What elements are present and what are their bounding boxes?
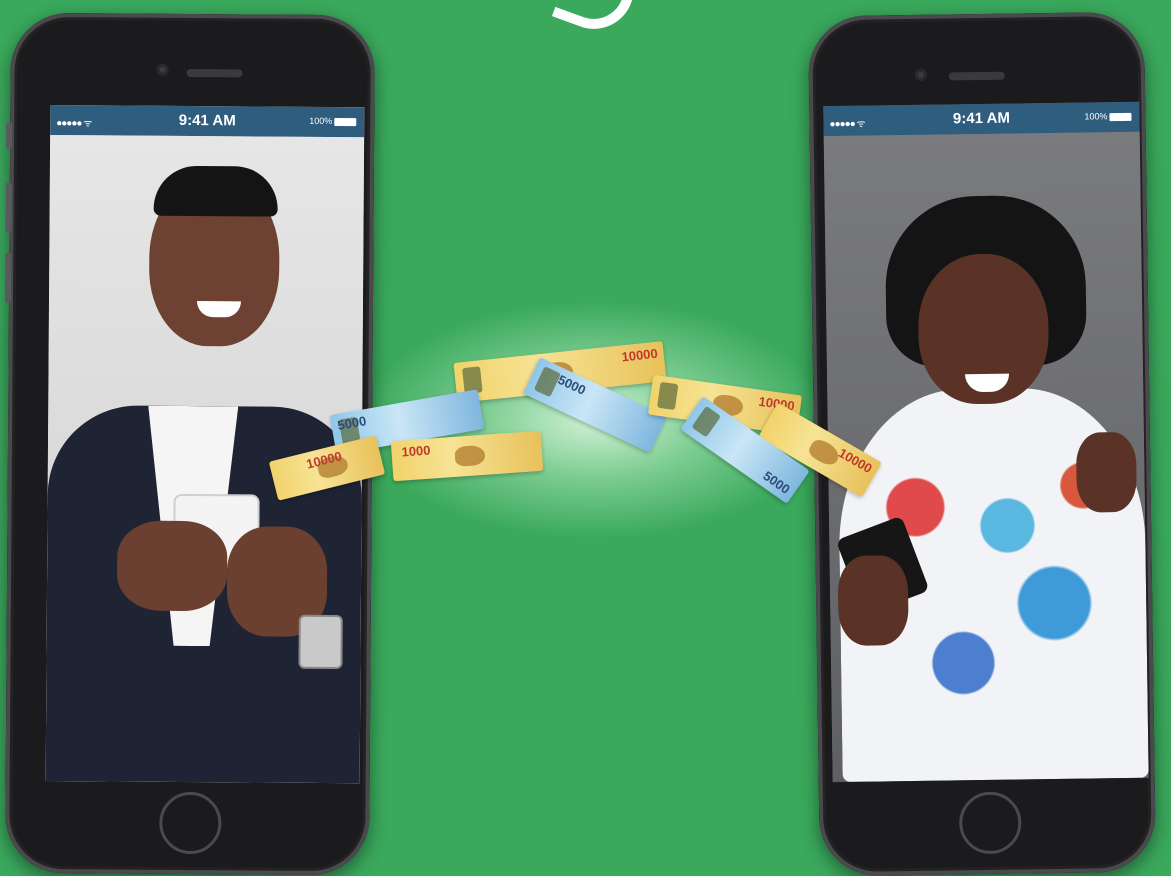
home-button [958,791,1022,855]
left-phone-screen: ●●●●● ᯤ 9:41 AM 100% [45,105,365,784]
banknote-denomination: 5000 [336,413,368,433]
left-hand [116,520,228,612]
right-phone: ●●●●● ᯤ 9:41 AM 100% [808,11,1156,876]
man-photo [45,105,365,784]
earpiece-speaker [186,68,243,78]
right-phone-screen: ●●●●● ᯤ 9:41 AM 100% [823,101,1149,783]
top-swoosh-graphic [551,0,639,41]
front-camera [156,63,169,76]
volume-down-button [4,252,12,303]
raised-fist [1075,431,1137,513]
volume-up-button [5,182,12,233]
banknote-denomination: 10000 [620,345,659,365]
banknote-denomination: 1000 [401,442,431,460]
man-hair [153,165,278,217]
earpiece-speaker [948,71,1005,81]
left-phone: ●●●●● ᯤ 9:41 AM 100% [4,12,375,876]
wristwatch [298,614,343,670]
mute-switch [6,122,13,149]
woman-photo [823,102,1149,783]
home-button [159,791,222,855]
left-hand [837,555,909,647]
front-camera [914,68,927,81]
